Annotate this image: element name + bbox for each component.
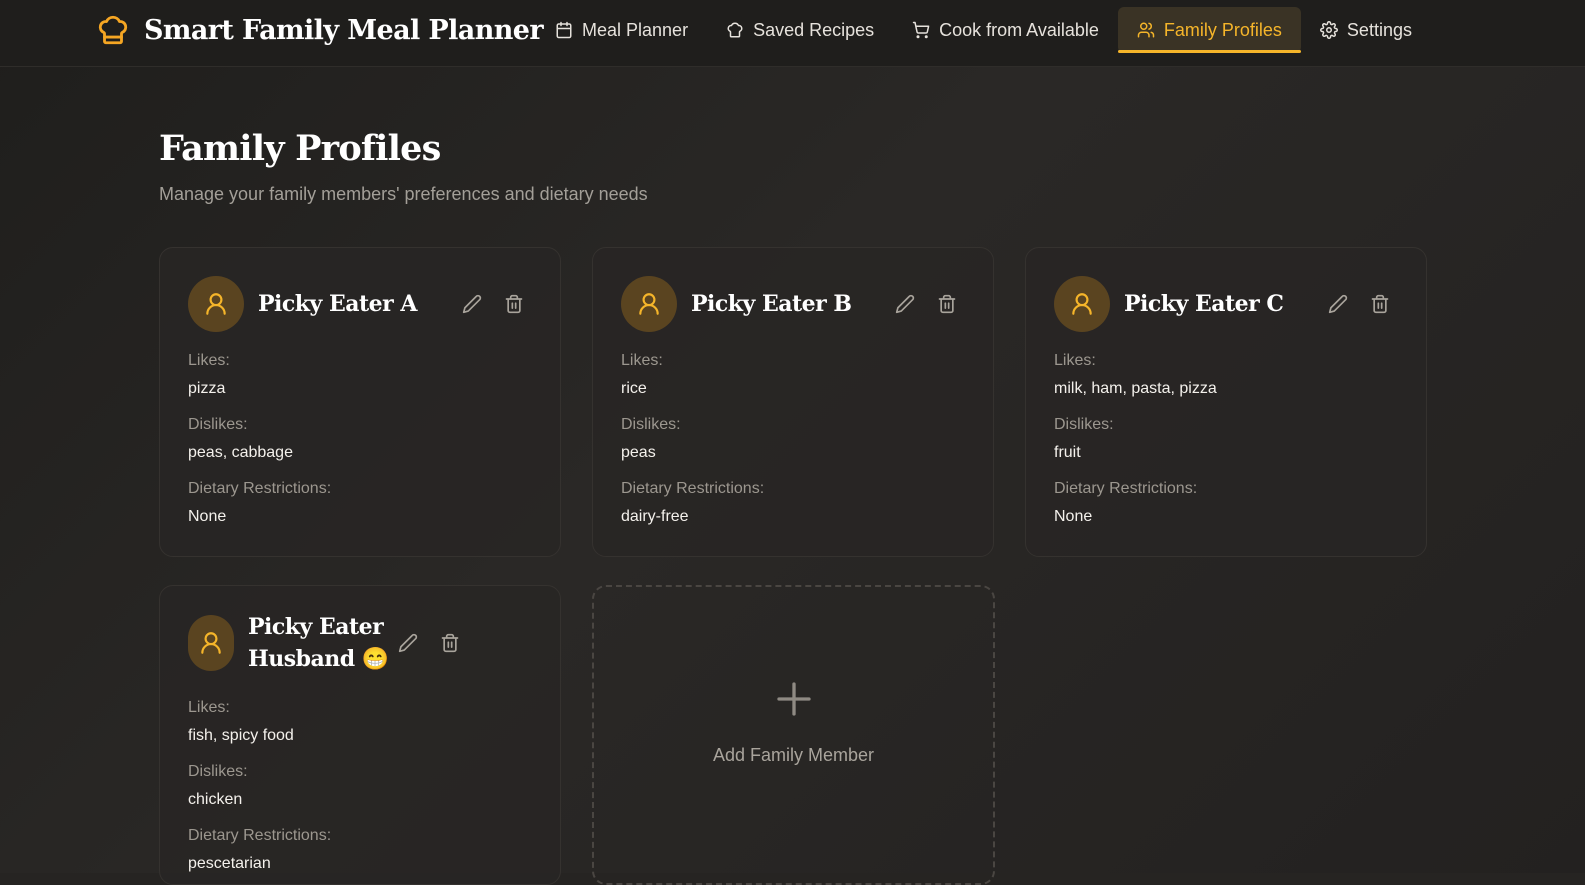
- user-icon: [206, 293, 226, 315]
- dietary-label: Dietary Restrictions:: [1054, 480, 1198, 497]
- likes-value: pizza: [188, 380, 226, 397]
- profile-card: Picky Eater Husband 😁 Likes: fish, spicy…: [159, 585, 561, 885]
- trash-icon[interactable]: [504, 294, 524, 314]
- edit-pencil-icon[interactable]: [462, 294, 482, 314]
- edit-pencil-icon[interactable]: [895, 294, 915, 314]
- member-name: Picky Eater B: [691, 291, 852, 317]
- nav-cook-from-available[interactable]: Cook from Available: [893, 7, 1118, 53]
- dislikes-label: Dislikes:: [188, 763, 248, 780]
- nav-settings[interactable]: Settings: [1301, 7, 1431, 53]
- users-icon: [1137, 22, 1155, 38]
- trash-icon[interactable]: [937, 294, 957, 314]
- user-icon: [201, 632, 221, 654]
- dislikes-value: peas: [621, 444, 656, 461]
- chef-hat-icon: [727, 22, 743, 38]
- avatar: [1054, 276, 1110, 332]
- member-name: Picky Eater A: [258, 291, 417, 317]
- plus-icon: [776, 681, 811, 716]
- gear-icon: [1319, 21, 1338, 39]
- dietary-value: pescetarian: [188, 855, 271, 872]
- dietary-label: Dietary Restrictions:: [188, 827, 332, 844]
- likes-value: rice: [621, 380, 647, 397]
- nav-meal-planner[interactable]: Meal Planner: [536, 7, 707, 53]
- edit-pencil-icon[interactable]: [398, 633, 418, 653]
- app-title: Smart Family Meal Planner: [144, 14, 544, 46]
- dislikes-label: Dislikes:: [1054, 416, 1114, 433]
- user-icon: [639, 293, 659, 315]
- profile-card: Picky Eater A Likes: pizza Dislikes: pea…: [159, 247, 561, 557]
- nav-saved-recipes[interactable]: Saved Recipes: [707, 7, 893, 53]
- dislikes-value: chicken: [188, 791, 243, 808]
- dietary-label: Dietary Restrictions:: [621, 480, 765, 497]
- main-nav: Meal Planner Saved Recipes Cook from Ava…: [536, 7, 1431, 53]
- add-family-member-label: Add Family Member: [712, 744, 875, 765]
- dietary-value: None: [1054, 508, 1093, 525]
- dislikes-value: peas, cabbage: [188, 444, 293, 461]
- trash-icon[interactable]: [1370, 294, 1390, 314]
- dislikes-label: Dislikes:: [188, 416, 248, 433]
- brand[interactable]: Smart Family Meal Planner: [96, 10, 544, 50]
- member-name: Picky Eater Husband 😁: [248, 614, 389, 672]
- dislikes-value: fruit: [1054, 444, 1081, 461]
- member-name: Picky Eater C: [1124, 291, 1284, 317]
- likes-label: Likes:: [188, 352, 230, 369]
- dietary-value: dairy-free: [621, 508, 689, 525]
- add-family-member-button[interactable]: Add Family Member: [592, 585, 995, 885]
- edit-pencil-icon[interactable]: [1328, 294, 1348, 314]
- nav-label: Meal Planner: [582, 19, 689, 40]
- avatar: [188, 276, 244, 332]
- page-subtitle: Manage your family members' preferences …: [159, 184, 648, 204]
- chef-hat-logo-icon: [98, 15, 128, 45]
- profile-card: Picky Eater B Likes: rice Dislikes: peas…: [592, 247, 994, 557]
- trash-icon[interactable]: [440, 633, 460, 653]
- page-title: Family Profiles: [159, 128, 441, 169]
- cart-icon: [912, 21, 930, 39]
- nav-label: Settings: [1346, 19, 1412, 40]
- avatar: [621, 276, 677, 332]
- nav-label: Saved Recipes: [753, 19, 875, 40]
- dislikes-label: Dislikes:: [621, 416, 681, 433]
- user-icon: [1072, 293, 1092, 315]
- nav-label: Cook from Available: [939, 19, 1099, 40]
- likes-value: milk, ham, pasta, pizza: [1054, 380, 1217, 397]
- likes-label: Likes:: [621, 352, 663, 369]
- likes-label: Likes:: [1054, 352, 1096, 369]
- nav-family-profiles[interactable]: Family Profiles: [1117, 7, 1301, 53]
- dietary-label: Dietary Restrictions:: [188, 480, 332, 497]
- likes-value: fish, spicy food: [188, 727, 294, 744]
- calendar-icon: [556, 21, 572, 39]
- top-navigation-bar: Smart Family Meal Planner Meal Planner S…: [0, 0, 1585, 67]
- avatar: [188, 615, 234, 671]
- likes-label: Likes:: [188, 699, 230, 716]
- nav-label: Family Profiles: [1163, 19, 1282, 40]
- dietary-value: None: [188, 508, 227, 525]
- profile-card: Picky Eater C Likes: milk, ham, pasta, p…: [1025, 247, 1427, 557]
